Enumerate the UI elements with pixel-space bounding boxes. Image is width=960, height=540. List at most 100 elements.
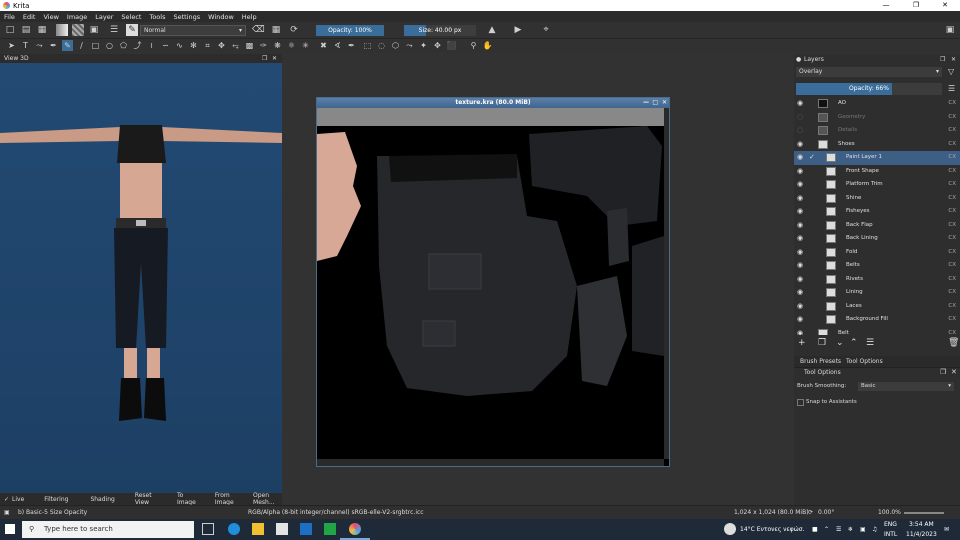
snap-checkbox[interactable] [797,399,804,406]
edit-shape-icon[interactable]: ⤳ [34,40,45,51]
menu-view[interactable]: View [39,13,62,21]
visibility-eye-icon[interactable]: ◉ [797,140,805,148]
document-window[interactable]: texture.kra (80.0 MiB) — □ ✕ [316,97,670,467]
layer-props-icons[interactable]: CX [948,138,956,152]
add-layer-icon[interactable]: + [798,338,806,348]
menu-help[interactable]: Help [238,13,261,21]
brush-preset-icon[interactable]: ✎ [126,24,138,36]
rotation-icon[interactable]: ⟳ [808,506,813,520]
lock-docker-icon[interactable]: ● [796,54,801,65]
reload-preset-icon[interactable]: ⟳ [288,24,300,36]
layer-props-icons[interactable]: CX [948,151,956,165]
start-icon[interactable] [5,524,15,534]
opacity-slider[interactable]: Opacity: 100% [316,25,384,36]
visibility-eye-icon[interactable]: ◉ [797,329,805,335]
layer-row[interactable]: ◉ Fold CX [794,246,960,260]
move-down-icon[interactable]: ⌄ [836,338,844,348]
from-image-button[interactable]: From Image [215,492,241,506]
horizontal-scrollbar[interactable] [317,459,664,466]
layer-row[interactable]: ◉ Belt CX [794,327,960,335]
maximize-icon[interactable]: ❐ [902,0,930,11]
layer-props-icons[interactable]: CX [948,273,956,287]
mirror-horizontal-icon[interactable]: ▲ [486,24,498,36]
brush-icon[interactable]: ▣ [4,506,10,520]
layer-props-icons[interactable]: CX [948,286,956,300]
display-icon[interactable]: ▣ [860,519,866,540]
rect-select-icon[interactable]: ⬚ [362,40,373,51]
float-tool-options-icon[interactable]: ❐ [940,368,946,376]
move-tool-icon[interactable]: ✥ [216,40,227,51]
visibility-eye-icon[interactable]: ◉ [797,154,805,161]
close-docker-icon[interactable]: ✕ [272,54,277,63]
close-icon[interactable]: ✕ [931,0,959,11]
bezier-select-icon[interactable]: ⬛ [446,40,457,51]
to-image-button[interactable]: To Image [177,492,197,506]
reference-tool-icon[interactable]: ✒ [346,40,357,51]
notification-icon[interactable]: ✉ [944,519,949,540]
pan-tool-icon[interactable]: ✋ [482,40,493,51]
size-slider[interactable]: Size: 40.00 px [404,25,476,36]
polygon-select-icon[interactable]: ⬡ [390,40,401,51]
layer-props-icons[interactable]: CX [948,124,956,138]
layer-opacity-slider[interactable]: Opacity: 66% [796,83,942,95]
layer-props-icons[interactable]: CX [948,300,956,314]
store-icon[interactable] [276,523,288,535]
layer-props-icons[interactable]: CX [948,313,956,327]
select-shape-icon[interactable]: ➤ [6,40,17,51]
similar-select-icon[interactable]: ✥ [432,40,443,51]
freehand-brush-icon[interactable]: ✎ [62,40,73,51]
filtering-button[interactable]: Filtering [44,496,68,503]
freehand-path-icon[interactable]: ∽ [160,40,171,51]
visibility-eye-icon[interactable]: ◉ [797,248,805,256]
blend-mode-select[interactable]: Normal ▾ [140,25,246,36]
layer-row[interactable]: ◉ Belts CX [794,259,960,273]
layer-row[interactable]: ◉ Shoes CX [794,138,960,152]
assistant-tool-icon[interactable]: ✳ [300,40,311,51]
close-tool-options-icon[interactable]: ✕ [951,368,957,376]
layer-row[interactable]: ◉ ✓ Paint Layer 1 CX [794,151,960,165]
tab-brush-presets[interactable]: Brush Presets [800,356,841,367]
color-picker-icon[interactable]: ✑ [258,40,269,51]
layer-row[interactable]: ◉ Front Shape CX [794,165,960,179]
brush-settings-icon[interactable]: ☰ [108,24,120,36]
visibility-eye-icon[interactable]: ◉ [797,100,805,107]
delete-layer-icon[interactable]: 🗑 [948,338,959,348]
layer-props-icons[interactable]: CX [948,259,956,273]
layer-row[interactable]: ◉ Back Flap CX [794,219,960,233]
live-checkbox-icon[interactable]: ✓ [4,496,9,503]
crop-tool-icon[interactable]: ⌗ [202,40,213,51]
edge-icon[interactable] [228,523,240,535]
ellipse-select-icon[interactable]: ◌ [376,40,387,51]
visibility-eye-icon[interactable]: ◉ [797,208,805,215]
maximize-doc-icon[interactable]: □ [652,98,658,108]
layer-row[interactable]: ◉ Background Fill CX [794,313,960,327]
open-mesh-button[interactable]: Open Mesh... [253,492,282,506]
live-button[interactable]: Live [12,496,24,503]
fill-tool-icon[interactable]: ⚛ [286,40,297,51]
menu-window[interactable]: Window [204,13,238,21]
freehand-select-icon[interactable]: ⤳ [404,40,415,51]
gradient-swatch-icon[interactable] [56,24,68,36]
tray-chevron-icon[interactable]: ⌃ [824,519,829,540]
duplicate-layer-icon[interactable]: ❐ [818,338,826,348]
calligraphy-icon[interactable]: ✒ [48,40,59,51]
layer-props-icons[interactable]: CX [948,246,956,260]
weather-text[interactable]: 14°C Εντονες νεφώσ. [740,519,804,540]
layer-blend-select[interactable]: Overlay ▾ [796,67,942,77]
layer-row[interactable]: ○ Details CX [794,124,960,138]
task-view-icon[interactable] [202,523,214,535]
krita-taskbar-icon[interactable] [349,523,361,535]
transform-tool-icon[interactable]: ⥆ [230,40,241,51]
taskbar-search[interactable]: ⚲ Type here to search [22,521,194,538]
vertical-scrollbar[interactable] [664,108,669,459]
tab-tool-options[interactable]: Tool Options [846,356,883,367]
menu-edit[interactable]: Edit [19,13,40,21]
layer-props-icons[interactable]: CX [948,232,956,246]
layer-row[interactable]: ◉ Lining CX [794,286,960,300]
layer-properties-icon[interactable]: ☰ [866,338,874,348]
language-indicator[interactable]: ENG INTL [884,520,897,540]
layer-row[interactable]: ◉ Fisheyes CX [794,205,960,219]
layer-row[interactable]: ◉ Shine CX [794,192,960,206]
float-icon[interactable]: ❐ [262,54,267,63]
smart-patch-icon[interactable]: ❋ [272,40,283,51]
